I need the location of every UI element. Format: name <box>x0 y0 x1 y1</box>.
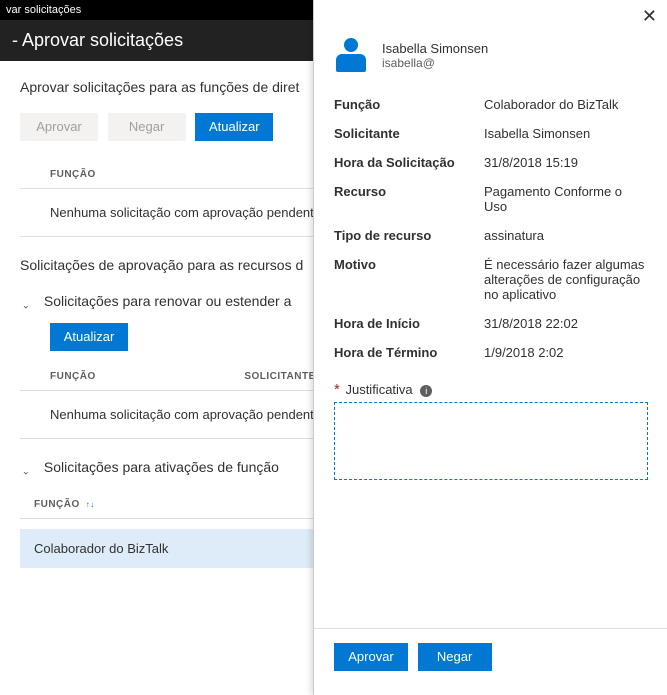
value-role: Colaborador do BizTalk <box>484 97 647 112</box>
cell-role: Colaborador do BizTalk <box>34 541 334 556</box>
value-start-time: 31/8/2018 22:02 <box>484 316 647 331</box>
approve-button[interactable]: Aprovar <box>334 643 408 671</box>
page-title: - Aprovar solicitações <box>12 30 183 50</box>
value-reason: É necessário fazer algumas alterações de… <box>484 257 647 302</box>
section-renew-title: Solicitações para renovar ou estender a <box>44 293 291 309</box>
value-resource: Pagamento Conforme o Uso <box>484 184 647 214</box>
chevron-up-icon: ⌃ <box>20 298 30 309</box>
approve-button-disabled: Aprovar <box>20 113 98 141</box>
refresh-button-renew[interactable]: Atualizar <box>50 323 128 351</box>
label-requestor: Solicitante <box>334 126 484 141</box>
col-role[interactable]: FUNÇÃO <box>50 371 244 382</box>
label-role: Função <box>334 97 484 112</box>
value-request-time: 31/8/2018 15:19 <box>484 155 647 170</box>
breadcrumb-text: var solicitações <box>6 4 81 16</box>
user-name: Isabella Simonsen <box>382 41 488 56</box>
justification-label: * Justificativa i <box>334 367 647 402</box>
label-request-time: Hora da Solicitação <box>334 155 484 170</box>
value-requestor: Isabella Simonsen <box>484 126 647 141</box>
label-resource-type: Tipo de recurso <box>334 228 484 243</box>
deny-button[interactable]: Negar <box>418 643 492 671</box>
info-icon[interactable]: i <box>420 385 432 397</box>
user-email: isabella@ <box>382 56 488 70</box>
value-end-time: 1/9/2018 2:02 <box>484 345 647 360</box>
label-reason: Motivo <box>334 257 484 302</box>
label-resource: Recurso <box>334 184 484 214</box>
sort-icon: ↑↓ <box>86 500 95 509</box>
value-resource-type: assinatura <box>484 228 647 243</box>
avatar-icon <box>334 38 368 72</box>
label-start-time: Hora de Início <box>334 316 484 331</box>
label-end-time: Hora de Término <box>334 345 484 360</box>
panel-footer: Aprovar Negar <box>314 628 667 695</box>
col-role[interactable]: FUNÇÃO ↑↓ <box>34 499 334 510</box>
close-icon[interactable]: ✕ <box>642 6 657 27</box>
deny-button-disabled: Negar <box>108 113 186 141</box>
refresh-button[interactable]: Atualizar <box>195 113 273 141</box>
section-activate-title: Solicitações para ativações de função <box>44 459 279 475</box>
chevron-up-icon: ⌃ <box>20 464 30 475</box>
required-star-icon: * <box>334 381 340 398</box>
justification-input[interactable] <box>334 402 648 480</box>
details-panel: ✕ Isabella Simonsen isabella@ FunçãoCola… <box>313 0 667 695</box>
